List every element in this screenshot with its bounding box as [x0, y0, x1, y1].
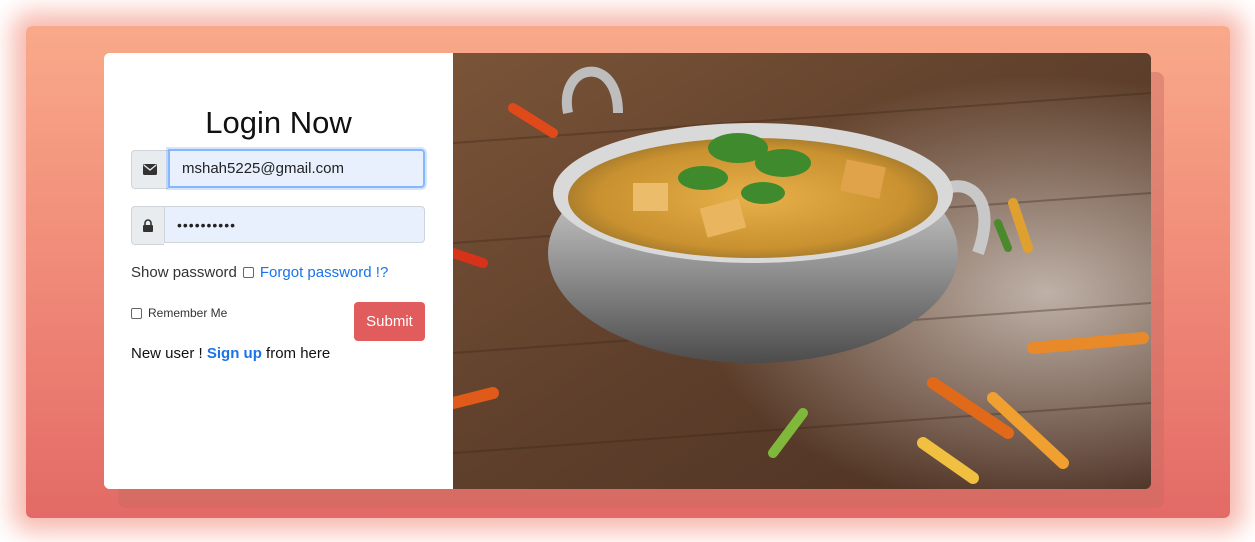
email-input-group [131, 149, 425, 189]
food-image [453, 53, 1151, 489]
remember-me-row: Remember Me [131, 306, 227, 320]
show-password-checkbox[interactable] [242, 267, 254, 278]
login-card: Login Now Show password Forgot [104, 53, 1151, 489]
new-user-row: New user ! Sign up from here [131, 345, 330, 362]
password-field[interactable] [164, 206, 425, 243]
envelope-icon [131, 150, 168, 189]
submit-button[interactable]: Submit [354, 302, 425, 341]
remember-me-checkbox[interactable] [131, 307, 142, 319]
email-field[interactable] [168, 149, 425, 188]
password-input-group [131, 206, 425, 245]
sign-up-link[interactable]: Sign up [207, 345, 262, 362]
new-user-prefix: New user ! [131, 345, 203, 362]
lock-icon [131, 206, 164, 245]
login-form: Login Now Show password Forgot [104, 53, 453, 489]
remember-me-label: Remember Me [148, 306, 228, 320]
new-user-suffix: from here [266, 345, 331, 362]
forgot-password-link[interactable]: Forgot password !? [260, 264, 388, 281]
login-title: Login Now [205, 105, 352, 140]
show-password-row: Show password Forgot password !? [131, 264, 388, 281]
curry-bowl-illustration [453, 53, 1151, 489]
show-password-label: Show password [131, 264, 237, 281]
